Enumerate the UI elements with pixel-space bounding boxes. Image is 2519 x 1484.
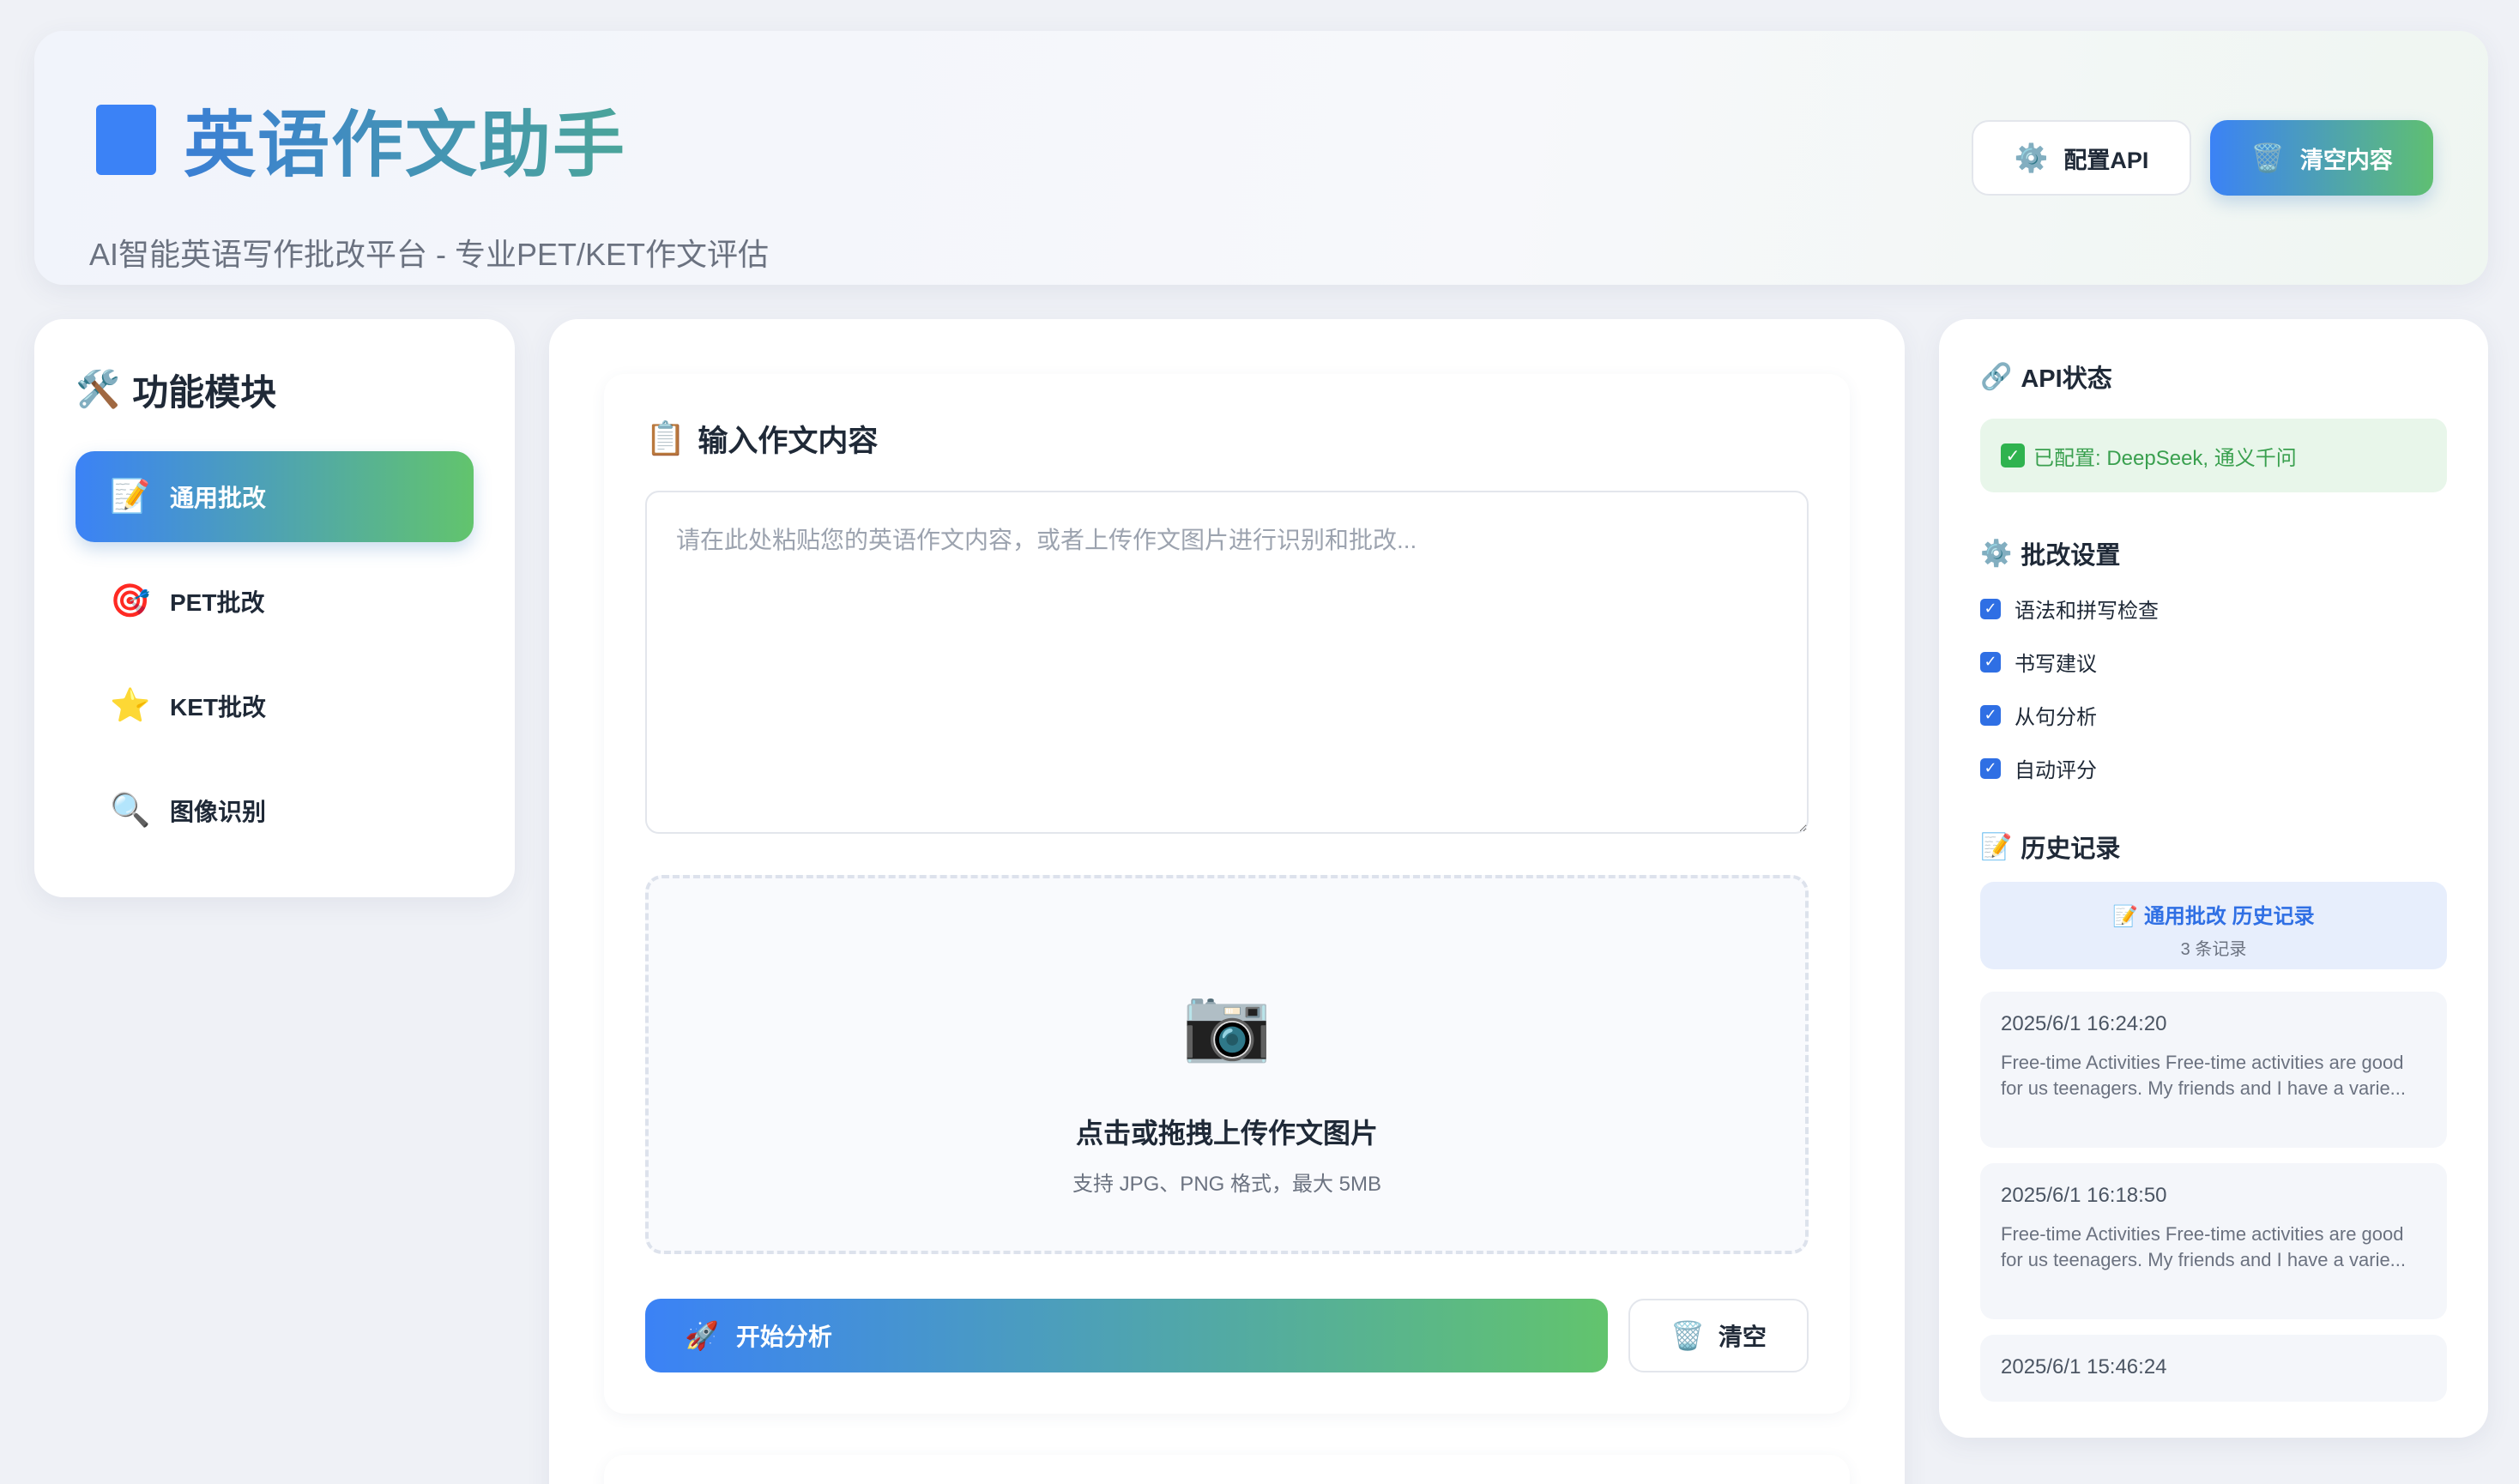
sidebar-item-ocr[interactable]: 🔍 图像识别 bbox=[76, 765, 474, 856]
checkbox-checked-icon[interactable]: ✓ bbox=[1980, 757, 2001, 779]
clear-label: 清空 bbox=[1718, 1324, 1767, 1350]
upload-hint: 支持 JPG、PNG 格式，最大 5MB bbox=[1072, 1173, 1382, 1196]
trash-icon: 🗑️ bbox=[2250, 142, 2285, 173]
start-analysis-label: 开始分析 bbox=[735, 1324, 832, 1350]
essay-textarea[interactable] bbox=[645, 491, 1809, 834]
clipboard-icon: 📋 bbox=[645, 420, 686, 457]
history-time: 2025/6/1 16:18:50 bbox=[2001, 1184, 2167, 1207]
title-row: 英语作文助手 bbox=[96, 87, 626, 191]
app-title: 英语作文助手 bbox=[184, 87, 626, 191]
history-item[interactable]: 2025/6/1 15:46:24 bbox=[1980, 1335, 2447, 1402]
clear-all-label: 清空内容 bbox=[2299, 147, 2393, 173]
image-upload-dropzone[interactable]: 📷 点击或拖拽上传作文图片 支持 JPG、PNG 格式，最大 5MB bbox=[645, 875, 1809, 1254]
gear-icon: ⚙️ bbox=[1980, 539, 2013, 568]
start-analysis-button[interactable]: 🚀 开始分析 bbox=[645, 1299, 1608, 1372]
sidebar-title-label: 功能模块 bbox=[132, 372, 277, 413]
checkbox-checked-icon[interactable]: ✓ bbox=[1980, 598, 2001, 619]
sidebar-item-ket[interactable]: ⭐ KET批改 bbox=[76, 661, 474, 751]
sidebar-item-pet[interactable]: 🎯 PET批改 bbox=[76, 556, 474, 647]
config-api-button[interactable]: ⚙️ 配置API bbox=[1972, 120, 2191, 196]
sidebar-item-label: 图像识别 bbox=[170, 799, 267, 825]
api-status-box: ✓ 已配置: DeepSeek, 通义千问 bbox=[1980, 419, 2447, 492]
app-subtitle: AI智能英语写作批改平台 - 专业PET/KET作文评估 bbox=[89, 237, 770, 272]
setting-label: 语法和拼写检查 bbox=[2015, 600, 2159, 623]
checkbox-checked-icon[interactable]: ✓ bbox=[1980, 704, 2001, 726]
api-status-title-label: API状态 bbox=[2021, 365, 2112, 393]
memo-icon: 📝 bbox=[110, 479, 151, 515]
history-title-label: 历史记录 bbox=[2021, 836, 2121, 863]
sidebar-item-general[interactable]: 📝 通用批改 bbox=[76, 451, 474, 542]
config-api-label: 配置API bbox=[2063, 147, 2149, 173]
input-title-label: 输入作文内容 bbox=[698, 425, 879, 458]
history-time: 2025/6/1 16:24:20 bbox=[2001, 1012, 2167, 1035]
target-icon: 🎯 bbox=[110, 583, 151, 619]
setting-grammar-check[interactable]: ✓ 语法和拼写检查 bbox=[1980, 594, 2159, 624]
setting-label: 自动评分 bbox=[2015, 759, 2097, 782]
history-preview: Free-time Activities Free-time activitie… bbox=[2001, 1223, 2407, 1270]
sidebar-item-label: PET批改 bbox=[170, 589, 265, 616]
trash-icon: 🗑️ bbox=[1670, 1320, 1705, 1351]
clear-button[interactable]: 🗑️ 清空 bbox=[1628, 1299, 1809, 1372]
history-item[interactable]: 2025/6/1 16:18:50 Free-time Activities F… bbox=[1980, 1163, 2447, 1319]
setting-label: 书写建议 bbox=[2015, 653, 2097, 676]
history-header-label: 通用批改 历史记录 bbox=[2143, 905, 2315, 928]
memo-icon: 📝 bbox=[2112, 905, 2139, 928]
tools-icon: 🛠️ bbox=[76, 369, 121, 409]
api-status-text: 已配置: DeepSeek, 通义千问 bbox=[2033, 446, 2297, 470]
setting-writing-suggestions[interactable]: ✓ 书写建议 bbox=[1980, 647, 2097, 677]
history-header: 📝 通用批改 历史记录 3 条记录 bbox=[1980, 882, 2447, 969]
rocket-icon: 🚀 bbox=[685, 1320, 719, 1351]
history-title: 📝 历史记录 bbox=[1980, 829, 2120, 865]
check-icon: ✓ bbox=[2001, 443, 2025, 468]
gear-icon: ⚙️ bbox=[2014, 142, 2049, 173]
history-item[interactable]: 2025/6/1 16:24:20 Free-time Activities F… bbox=[1980, 992, 2447, 1148]
essay-input-card: 📋 输入作文内容 📷 点击或拖拽上传作文图片 支持 JPG、PNG 格式，最大 … bbox=[604, 374, 1850, 1414]
magnifier-icon: 🔍 bbox=[110, 793, 151, 829]
api-status-title: 🔗 API状态 bbox=[1980, 359, 2112, 395]
sidebar-item-label: KET批改 bbox=[170, 694, 267, 721]
history-time: 2025/6/1 15:46:24 bbox=[2001, 1355, 2167, 1378]
checkbox-checked-icon[interactable]: ✓ bbox=[1980, 651, 2001, 673]
result-card bbox=[604, 1455, 1850, 1484]
settings-title-label: 批改设置 bbox=[2021, 542, 2121, 570]
star-icon: ⭐ bbox=[110, 688, 151, 724]
sidebar-title: 🛠️ 功能模块 bbox=[76, 364, 276, 416]
history-preview: Free-time Activities Free-time activitie… bbox=[2001, 1052, 2407, 1099]
input-section-title: 📋 输入作文内容 bbox=[645, 417, 878, 461]
clear-all-button[interactable]: 🗑️ 清空内容 bbox=[2210, 120, 2433, 196]
setting-label: 从句分析 bbox=[2015, 706, 2097, 729]
memo-icon: 📝 bbox=[1980, 832, 2013, 861]
settings-title: ⚙️ 批改设置 bbox=[1980, 535, 2120, 571]
setting-clause-analysis[interactable]: ✓ 从句分析 bbox=[1980, 700, 2097, 730]
history-count: 3 条记录 bbox=[2180, 940, 2247, 959]
sidebar-item-label: 通用批改 bbox=[170, 485, 267, 511]
camera-icon: 📷 bbox=[1181, 983, 1272, 1064]
link-icon: 🔗 bbox=[1980, 362, 2013, 391]
upload-title: 点击或拖拽上传作文图片 bbox=[1075, 1118, 1378, 1149]
right-panel: 🔗 API状态 ✓ 已配置: DeepSeek, 通义千问 ⚙️ 批改设置 ✓ … bbox=[1939, 319, 2488, 1438]
book-icon bbox=[96, 104, 156, 175]
setting-auto-score[interactable]: ✓ 自动评分 bbox=[1980, 753, 2097, 783]
sidebar: 🛠️ 功能模块 📝 通用批改 🎯 PET批改 ⭐ KET批改 🔍 图像识别 bbox=[34, 319, 515, 897]
history-header-title: 📝 通用批改 历史记录 bbox=[1980, 899, 2447, 929]
app-header: 英语作文助手 AI智能英语写作批改平台 - 专业PET/KET作文评估 ⚙️ 配… bbox=[34, 31, 2488, 285]
